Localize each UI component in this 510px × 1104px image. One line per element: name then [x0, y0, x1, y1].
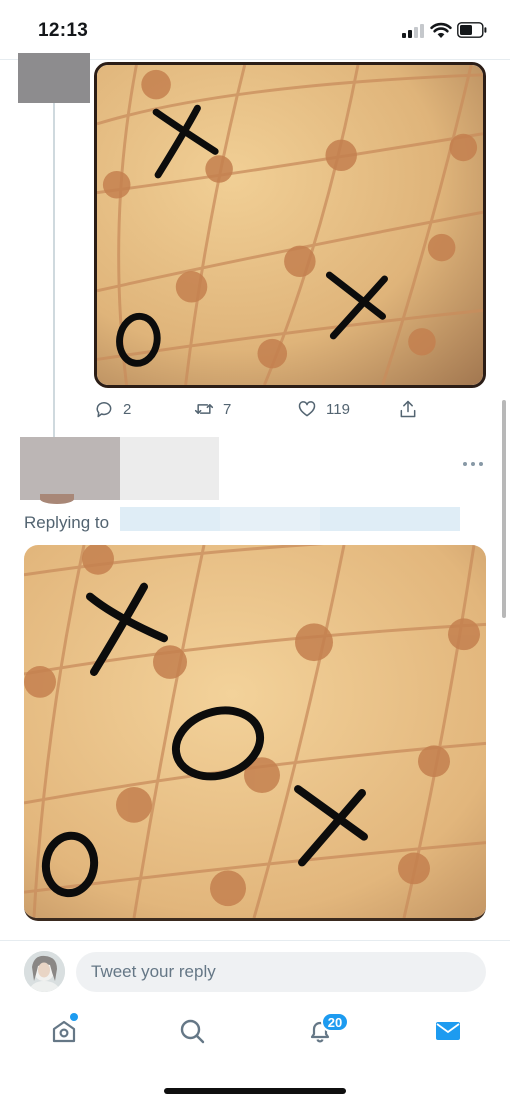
avatar[interactable] [20, 437, 120, 500]
thread-connector-line [53, 103, 55, 439]
tweet-actions-bar: 2 7 119 [94, 396, 424, 422]
current-user-avatar[interactable] [24, 951, 65, 992]
scrollbar-thumb[interactable] [502, 400, 506, 618]
reply-icon [96, 402, 112, 418]
status-bar: 12:13 [0, 0, 510, 60]
home-new-content-dot [70, 1013, 78, 1021]
avatar-edge [40, 494, 74, 504]
like-icon [298, 401, 316, 417]
tweet-photo[interactable] [24, 545, 486, 921]
home-icon [52, 1020, 76, 1043]
like-button[interactable]: 119 [297, 396, 350, 422]
cellular-signal-icon [402, 24, 424, 38]
messages-icon [436, 1022, 460, 1040]
author-name-redacted[interactable] [120, 437, 219, 500]
avatar[interactable] [18, 53, 90, 103]
reply-count: 2 [123, 400, 132, 418]
notifications-badge: 20 [321, 1012, 349, 1032]
tweet-photo[interactable] [94, 62, 486, 388]
home-indicator[interactable] [164, 1088, 346, 1094]
retweet-icon [194, 404, 214, 414]
more-icon[interactable] [463, 462, 485, 468]
retweet-button[interactable]: 7 [194, 396, 231, 422]
battery-icon [457, 22, 487, 38]
wifi-icon [430, 22, 452, 38]
tab-messages[interactable] [430, 1013, 466, 1049]
tab-search[interactable] [174, 1013, 210, 1049]
reply-bar-divider [0, 940, 510, 941]
status-time: 12:13 [38, 20, 89, 41]
retweet-count: 7 [223, 400, 232, 418]
search-icon [180, 1019, 205, 1044]
share-icon [400, 400, 416, 418]
reply-button[interactable]: 2 [94, 396, 131, 422]
like-count: 119 [326, 400, 350, 418]
share-button[interactable] [398, 396, 418, 422]
reply-input[interactable] [76, 952, 486, 992]
replying-to-label: Replying to [24, 513, 110, 532]
replying-to-handle-redacted[interactable] [120, 507, 460, 531]
